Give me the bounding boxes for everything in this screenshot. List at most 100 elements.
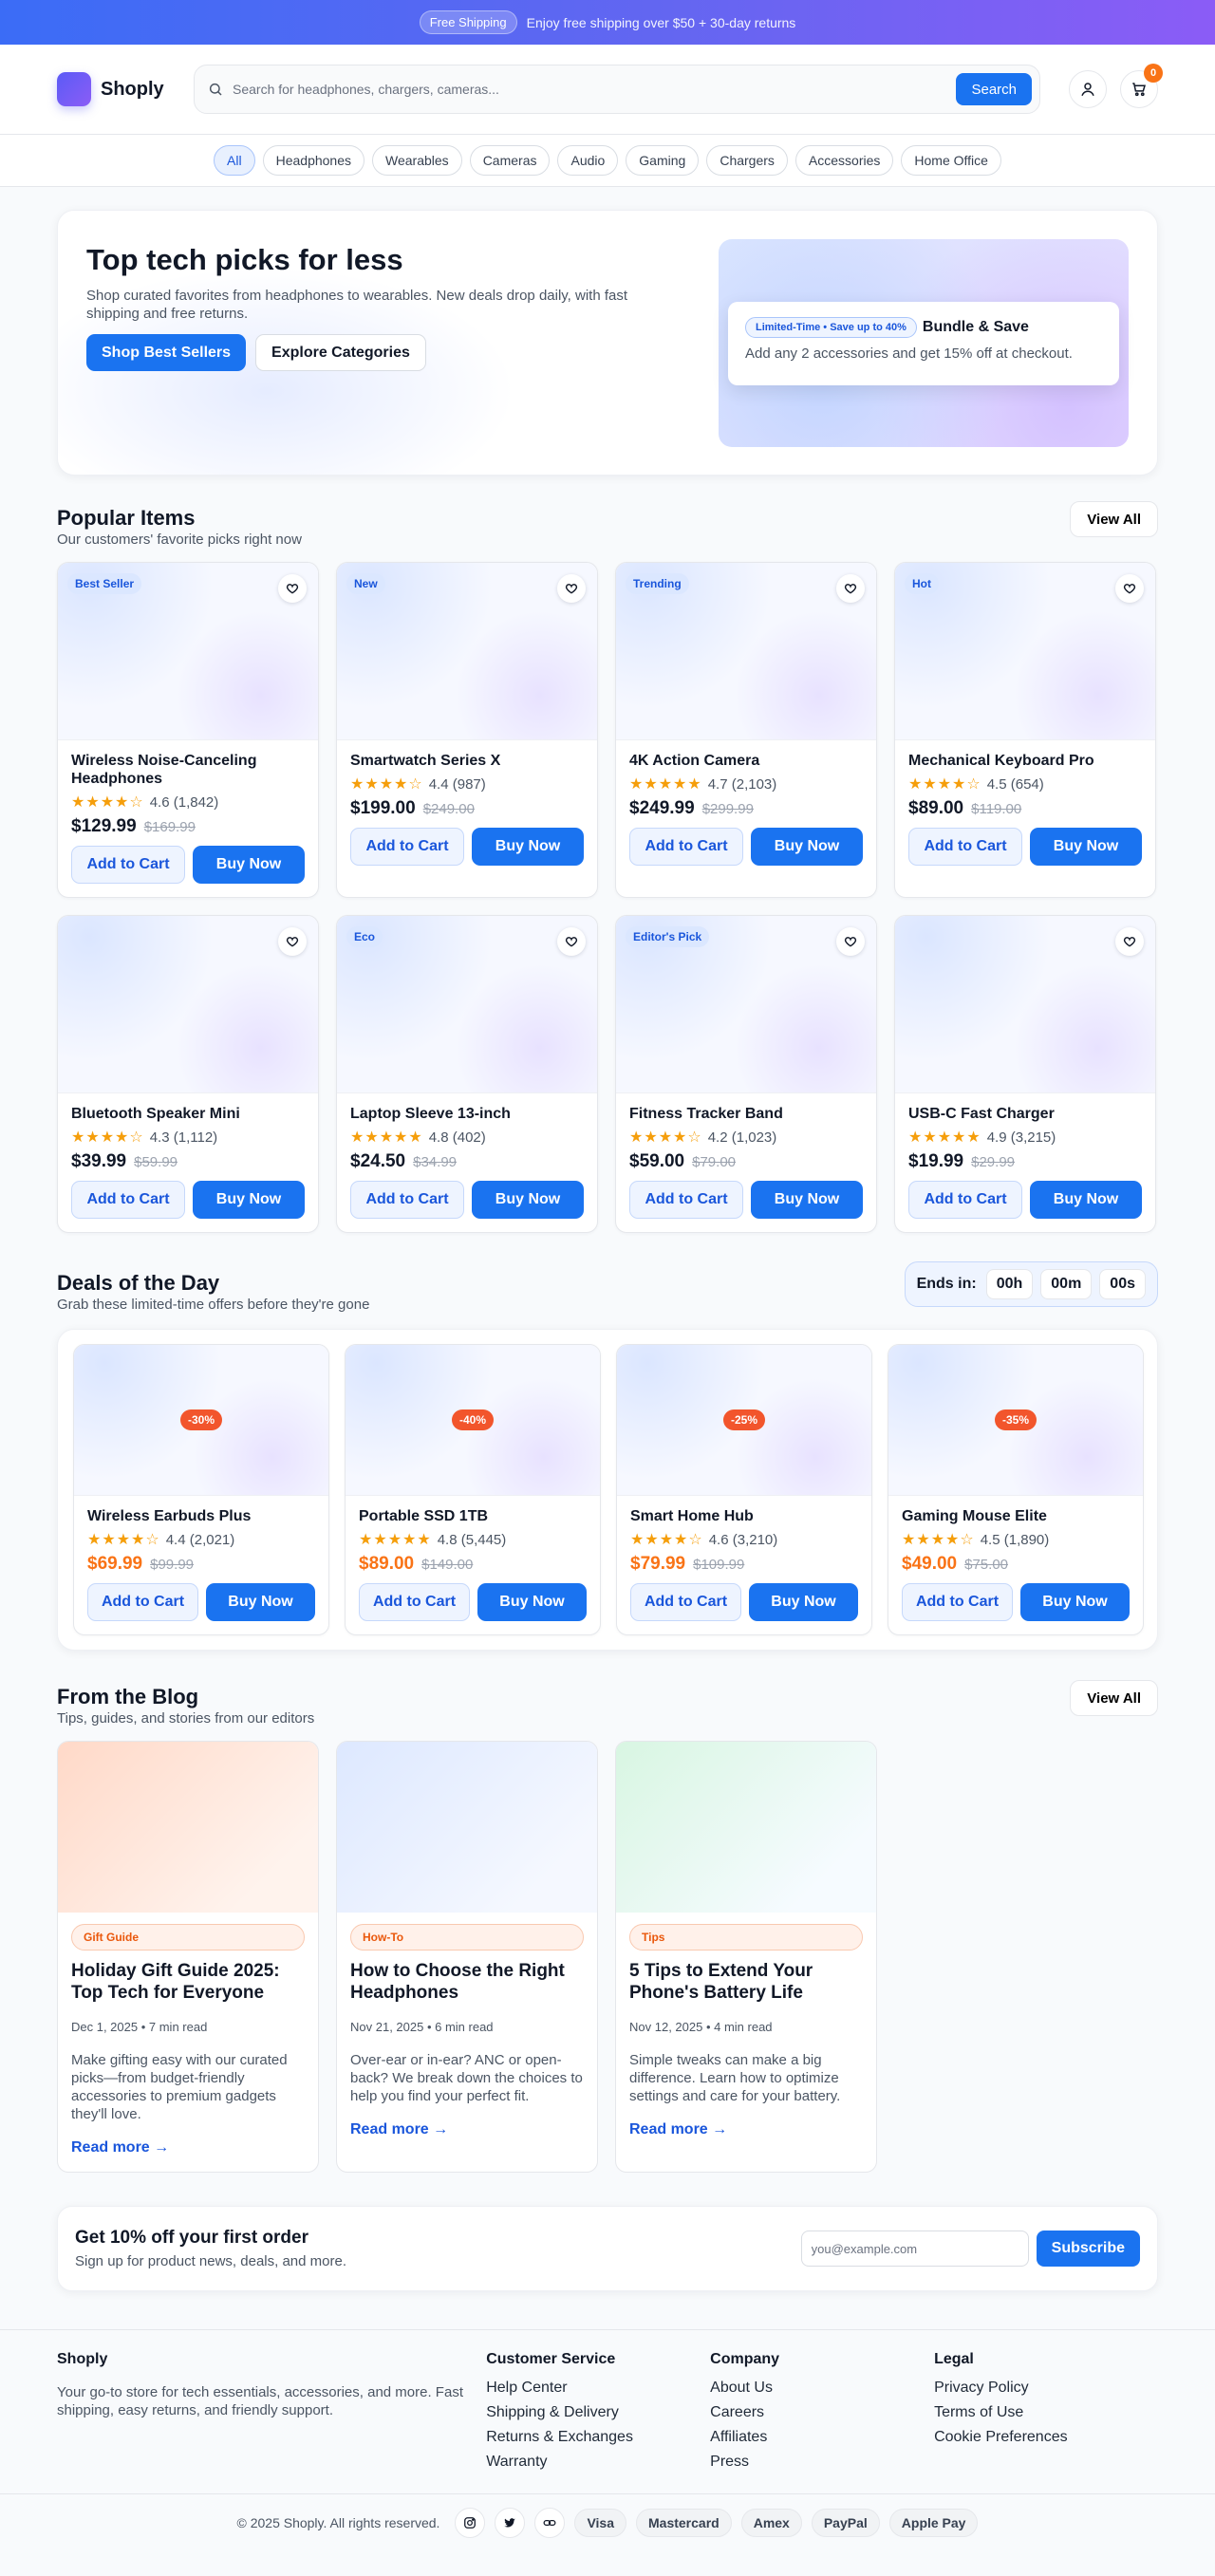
footer-link[interactable]: Privacy Policy xyxy=(934,2376,1158,2400)
logo-link[interactable]: Shoply xyxy=(57,72,177,106)
add-to-cart-button[interactable]: Add to Cart xyxy=(629,828,743,866)
blog-title[interactable]: How to Choose the Right Headphones xyxy=(350,1960,584,2004)
buy-now-button[interactable]: Buy Now xyxy=(751,1181,863,1219)
product-image[interactable]: New xyxy=(337,563,597,740)
add-to-cart-button[interactable]: Add to Cart xyxy=(902,1583,1013,1621)
blog-image[interactable] xyxy=(337,1742,597,1913)
blog-image[interactable] xyxy=(58,1742,318,1913)
buy-now-button[interactable]: Buy Now xyxy=(193,1181,305,1219)
category-pill[interactable]: Cameras xyxy=(469,145,551,176)
deal-name[interactable]: Wireless Earbuds Plus xyxy=(87,1507,315,1525)
category-pill[interactable]: Gaming xyxy=(626,145,700,176)
search-input[interactable] xyxy=(233,82,947,97)
add-to-cart-button[interactable]: Add to Cart xyxy=(350,828,464,866)
product-name[interactable]: Laptop Sleeve 13-inch xyxy=(350,1105,584,1123)
wishlist-button[interactable] xyxy=(836,927,865,956)
product-name[interactable]: 4K Action Camera xyxy=(629,752,863,770)
popular-view-all-button[interactable]: View All xyxy=(1070,501,1158,537)
wishlist-button[interactable] xyxy=(1115,927,1144,956)
shop-best-sellers-button[interactable]: Shop Best Sellers xyxy=(86,334,247,371)
product-image[interactable]: Editor's Pick xyxy=(616,916,876,1093)
product-image[interactable]: Trending xyxy=(616,563,876,740)
category-pill[interactable]: All xyxy=(214,145,255,176)
deal-image[interactable]: -30% xyxy=(74,1345,328,1496)
social-link[interactable] xyxy=(455,2507,486,2538)
buy-now-button[interactable]: Buy Now xyxy=(1030,1181,1142,1219)
subscribe-button[interactable]: Subscribe xyxy=(1036,2231,1140,2267)
wishlist-button[interactable] xyxy=(1115,574,1144,603)
deal-image[interactable]: -35% xyxy=(888,1345,1143,1496)
blog-title[interactable]: Holiday Gift Guide 2025: Top Tech for Ev… xyxy=(71,1960,305,2004)
wishlist-button[interactable] xyxy=(278,927,307,956)
read-more-link[interactable]: Read more → xyxy=(629,2121,863,2138)
newsletter-email-input[interactable] xyxy=(800,2231,1029,2267)
social-link[interactable] xyxy=(534,2507,566,2538)
buy-now-button[interactable]: Buy Now xyxy=(206,1583,315,1621)
footer-link[interactable]: Cookie Preferences xyxy=(934,2425,1158,2450)
add-to-cart-button[interactable]: Add to Cart xyxy=(629,1181,743,1219)
deal-image[interactable]: -25% xyxy=(617,1345,871,1496)
footer-link[interactable]: Careers xyxy=(710,2400,934,2425)
product-name[interactable]: Fitness Tracker Band xyxy=(629,1105,863,1123)
product-image[interactable] xyxy=(895,916,1155,1093)
buy-now-button[interactable]: Buy Now xyxy=(477,1583,587,1621)
buy-now-button[interactable]: Buy Now xyxy=(1020,1583,1130,1621)
category-pill[interactable]: Wearables xyxy=(372,145,462,176)
add-to-cart-button[interactable]: Add to Cart xyxy=(630,1583,741,1621)
wishlist-button[interactable] xyxy=(557,574,586,603)
buy-now-button[interactable]: Buy Now xyxy=(749,1583,858,1621)
footer-link[interactable]: Affiliates xyxy=(710,2425,934,2450)
add-to-cart-button[interactable]: Add to Cart xyxy=(908,1181,1022,1219)
wishlist-button[interactable] xyxy=(557,927,586,956)
wishlist-button[interactable] xyxy=(836,574,865,603)
deal-name[interactable]: Portable SSD 1TB xyxy=(359,1507,587,1525)
footer-link[interactable]: About Us xyxy=(710,2376,934,2400)
product-name[interactable]: Mechanical Keyboard Pro xyxy=(908,752,1142,770)
add-to-cart-button[interactable]: Add to Cart xyxy=(87,1583,198,1621)
product-image[interactable]: Eco xyxy=(337,916,597,1093)
buy-now-button[interactable]: Buy Now xyxy=(1030,828,1142,866)
buy-now-button[interactable]: Buy Now xyxy=(472,1181,584,1219)
add-to-cart-button[interactable]: Add to Cart xyxy=(908,828,1022,866)
read-more-link[interactable]: Read more → xyxy=(71,2139,305,2156)
product-name[interactable]: Wireless Noise-Canceling Headphones xyxy=(71,752,305,788)
product-name[interactable]: Smartwatch Series X xyxy=(350,752,584,770)
footer-link[interactable]: Terms of Use xyxy=(934,2400,1158,2425)
add-to-cart-button[interactable]: Add to Cart xyxy=(71,846,185,884)
buy-now-button[interactable]: Buy Now xyxy=(472,828,584,866)
deal-image[interactable]: -40% xyxy=(346,1345,600,1496)
product-image[interactable]: Best Seller xyxy=(58,563,318,740)
blog-view-all-button[interactable]: View All xyxy=(1070,1680,1158,1716)
explore-categories-button[interactable]: Explore Categories xyxy=(255,334,426,371)
buy-now-button[interactable]: Buy Now xyxy=(751,828,863,866)
deal-name[interactable]: Smart Home Hub xyxy=(630,1507,858,1525)
footer-link[interactable]: Shipping & Delivery xyxy=(486,2400,710,2425)
category-pill[interactable]: Home Office xyxy=(901,145,1001,176)
cart-button[interactable]: 0 xyxy=(1120,64,1163,108)
buy-now-button[interactable]: Buy Now xyxy=(193,846,305,884)
search-button[interactable]: Search xyxy=(956,73,1032,105)
footer-link[interactable]: Press xyxy=(710,2450,934,2474)
newsletter-title: Get 10% off your first order xyxy=(75,2228,308,2248)
add-to-cart-button[interactable]: Add to Cart xyxy=(359,1583,470,1621)
deal-name[interactable]: Gaming Mouse Elite xyxy=(902,1507,1130,1525)
footer-link[interactable]: Warranty xyxy=(486,2450,710,2474)
product-image[interactable]: Hot xyxy=(895,563,1155,740)
read-more-link[interactable]: Read more → xyxy=(350,2121,584,2138)
add-to-cart-button[interactable]: Add to Cart xyxy=(71,1181,185,1219)
category-pill[interactable]: Audio xyxy=(557,145,619,176)
wishlist-button[interactable] xyxy=(278,574,307,603)
category-pill[interactable]: Accessories xyxy=(794,145,894,176)
blog-image[interactable] xyxy=(616,1742,876,1913)
category-pill[interactable]: Headphones xyxy=(262,145,365,176)
product-name[interactable]: Bluetooth Speaker Mini xyxy=(71,1105,305,1123)
product-name[interactable]: USB-C Fast Charger xyxy=(908,1105,1142,1123)
blog-title[interactable]: 5 Tips to Extend Your Phone's Battery Li… xyxy=(629,1960,863,2004)
footer-link[interactable]: Returns & Exchanges xyxy=(486,2425,710,2450)
footer-link[interactable]: Help Center xyxy=(486,2376,710,2400)
social-link[interactable] xyxy=(495,2507,526,2538)
product-image[interactable] xyxy=(58,916,318,1093)
category-pill[interactable]: Chargers xyxy=(706,145,788,176)
add-to-cart-button[interactable]: Add to Cart xyxy=(350,1181,464,1219)
account-button[interactable] xyxy=(1069,70,1107,108)
